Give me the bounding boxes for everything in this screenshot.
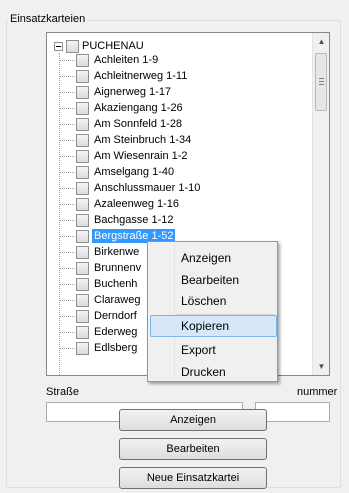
tree-item-label: Buchenh: [94, 278, 138, 290]
tree-connector: [59, 171, 75, 173]
tree-item[interactable]: Amselgang 1-40: [59, 164, 176, 180]
strasse-label: Straße: [46, 386, 80, 398]
tree-item[interactable]: Derndorf: [59, 308, 139, 324]
tree-item[interactable]: Ederweg: [59, 324, 139, 340]
checkbox-icon[interactable]: [76, 293, 89, 307]
neue-einsatzkartei-button[interactable]: Neue Einsatzkartei: [119, 467, 267, 489]
checkbox-icon[interactable]: [76, 181, 89, 195]
tree-item-label: Am Sonnfeld 1-28: [94, 118, 183, 130]
tree-connector: [59, 251, 75, 253]
checkbox-icon[interactable]: [76, 197, 89, 211]
tree-connector: [59, 75, 75, 77]
tree-item-label: Am Steinbruch 1-34: [94, 134, 192, 146]
checkbox-icon[interactable]: [76, 341, 89, 355]
context-menu: Anzeigen Bearbeiten Löschen Kopieren Exp…: [147, 241, 278, 382]
tree-connector: [59, 235, 75, 237]
tree-connector: [59, 139, 75, 141]
tree-connector: [59, 91, 75, 93]
collapse-icon[interactable]: [54, 41, 63, 51]
menu-item-loeschen[interactable]: Löschen: [181, 292, 226, 310]
tree-connector: [59, 283, 75, 285]
menu-item-bearbeiten[interactable]: Bearbeiten: [181, 271, 239, 289]
group-title: Einsatzkarteien: [8, 12, 88, 26]
checkbox-icon[interactable]: [76, 261, 89, 275]
checkbox-icon[interactable]: [76, 117, 89, 131]
tree-item-label: Birkenwe: [94, 246, 140, 258]
tree-item-label: Brunnenv: [94, 262, 142, 274]
checkbox-icon[interactable]: [76, 69, 89, 83]
tree-connector: [59, 299, 75, 301]
tree-item[interactable]: Azaleenweg 1-16: [59, 196, 181, 212]
tree-connector: [59, 123, 75, 125]
tree-item[interactable]: Am Sonnfeld 1-28: [59, 116, 184, 132]
tree-item-label: Edlsberg: [94, 342, 138, 354]
tree-item-label: Ederweg: [94, 326, 138, 338]
tree-connector: [59, 331, 75, 333]
tree-connector: [59, 347, 75, 349]
anzeigen-button[interactable]: Anzeigen: [119, 409, 267, 431]
tree-connector: [59, 267, 75, 269]
tree-item-label: Achleitnerweg 1-11: [94, 70, 188, 82]
checkbox-icon[interactable]: [76, 101, 89, 115]
tree-item[interactable]: Claraweg: [59, 292, 142, 308]
tree-item-label: Claraweg: [94, 294, 141, 306]
tree-item-label: Derndorf: [94, 310, 137, 322]
hausnummer-label: nummer: [297, 386, 338, 398]
tree-item-label: Akaziengang 1-26: [94, 102, 183, 114]
checkbox-icon[interactable]: [76, 309, 89, 323]
bearbeiten-button[interactable]: Bearbeiten: [119, 438, 267, 460]
menu-item-anzeigen[interactable]: Anzeigen: [181, 249, 231, 267]
tree-item[interactable]: Bachgasse 1-12: [59, 212, 176, 228]
tree-item[interactable]: Brunnenv: [59, 260, 143, 276]
tree-item-label: Amselgang 1-40: [94, 166, 175, 178]
vertical-scrollbar[interactable]: ▲ ▼: [312, 33, 329, 375]
tree-connector: [59, 107, 75, 109]
checkbox-icon[interactable]: [76, 245, 89, 259]
tree-root-label: PUCHENAU: [82, 40, 144, 52]
checkbox-icon[interactable]: [76, 149, 89, 163]
tree-item[interactable]: Aignerweg 1-17: [59, 84, 173, 100]
tree-item[interactable]: Anschlussmauer 1-10: [59, 180, 202, 196]
tree-root-node[interactable]: PUCHENAU: [54, 39, 144, 53]
tree-connector: [59, 203, 75, 205]
scroll-thumb[interactable]: [315, 53, 327, 111]
scroll-up-arrow-icon[interactable]: ▲: [313, 33, 329, 50]
menu-item-export[interactable]: Export: [181, 341, 216, 359]
checkbox-icon[interactable]: [76, 229, 89, 243]
menu-separator: [176, 314, 275, 315]
menu-item-drucken[interactable]: Drucken: [181, 363, 226, 381]
tree-item-label: Bachgasse 1-12: [94, 214, 174, 226]
tree-item-label: Aignerweg 1-17: [94, 86, 172, 98]
tree-item[interactable]: Edlsberg: [59, 340, 139, 356]
tree-item-label: Achleiten 1-9: [94, 54, 159, 66]
tree-item[interactable]: Birkenwe: [59, 244, 141, 260]
tree-connector: [59, 219, 75, 221]
tree-item[interactable]: Buchenh: [59, 276, 139, 292]
tree-connector: [59, 59, 75, 61]
checkbox-icon[interactable]: [76, 325, 89, 339]
checkbox-icon[interactable]: [76, 133, 89, 147]
checkbox-icon[interactable]: [76, 213, 89, 227]
tree-item-label: Am Wiesenrain 1-2: [94, 150, 188, 162]
tree-item[interactable]: Achleiten 1-9: [59, 52, 160, 68]
scroll-down-arrow-icon[interactable]: ▼: [313, 358, 329, 375]
checkbox-icon[interactable]: [76, 85, 89, 99]
checkbox-icon[interactable]: [76, 53, 89, 67]
tree-item[interactable]: Akaziengang 1-26: [59, 100, 185, 116]
tree-connector: [59, 187, 75, 189]
tree-item-label: Anschlussmauer 1-10: [94, 182, 201, 194]
checkbox-icon[interactable]: [76, 165, 89, 179]
menu-item-kopieren[interactable]: Kopieren: [181, 317, 229, 335]
tree-connector: [59, 155, 75, 157]
tree-item[interactable]: Am Wiesenrain 1-2: [59, 148, 190, 164]
tree-item-label: Azaleenweg 1-16: [94, 198, 180, 210]
tree-item[interactable]: Am Steinbruch 1-34: [59, 132, 193, 148]
checkbox-icon[interactable]: [76, 277, 89, 291]
checkbox-icon[interactable]: [66, 39, 79, 53]
tree-connector: [59, 315, 75, 317]
tree-item[interactable]: Achleitnerweg 1-11: [59, 68, 189, 84]
